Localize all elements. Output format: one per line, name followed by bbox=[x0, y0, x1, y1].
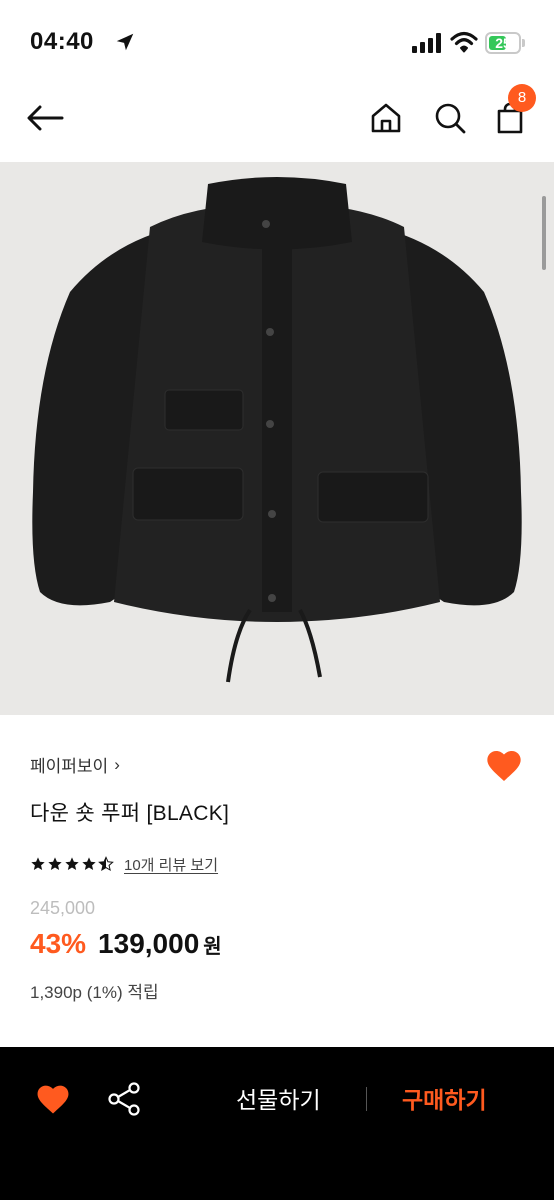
brand-link[interactable]: 페이퍼보이 › bbox=[30, 752, 120, 777]
wifi-icon bbox=[450, 31, 478, 53]
jacket-image bbox=[32, 177, 522, 683]
bottom-wishlist-button[interactable] bbox=[34, 1081, 72, 1115]
sale-price: 139,000 bbox=[98, 928, 200, 959]
cellular-signal-icon bbox=[412, 33, 441, 53]
points-info: 1,390p (1%) 적립 bbox=[30, 983, 159, 1002]
star-icon bbox=[65, 857, 79, 870]
original-price: 245,000 bbox=[30, 898, 96, 918]
nav-bar bbox=[0, 82, 554, 162]
review-link[interactable]: 10개 리뷰 보기 bbox=[124, 854, 218, 875]
star-icon bbox=[31, 857, 45, 870]
home-button[interactable] bbox=[364, 96, 408, 140]
star-icon bbox=[82, 857, 96, 870]
battery-icon: 25 bbox=[485, 32, 525, 54]
currency-unit: 원 bbox=[203, 936, 222, 958]
product-image[interactable] bbox=[0, 162, 554, 715]
buy-button[interactable]: 구매하기 bbox=[402, 1081, 487, 1115]
rating-stars bbox=[30, 856, 114, 872]
search-button[interactable] bbox=[428, 96, 472, 140]
wishlist-button[interactable] bbox=[484, 746, 524, 786]
bottom-action-bar: 선물하기 구매하기 bbox=[0, 1047, 554, 1200]
divider bbox=[366, 1087, 367, 1111]
battery-level: 25 bbox=[495, 35, 511, 51]
status-bar: 04:40 25 bbox=[0, 0, 554, 82]
heart-icon bbox=[487, 751, 521, 781]
location-arrow-icon bbox=[116, 33, 134, 51]
discount-rate: 43% bbox=[30, 928, 87, 959]
share-button[interactable] bbox=[104, 1079, 144, 1119]
search-icon bbox=[435, 103, 466, 134]
back-button[interactable] bbox=[22, 98, 68, 138]
cart-count-badge: 8 bbox=[508, 84, 536, 112]
gift-button[interactable]: 선물하기 bbox=[236, 1081, 321, 1115]
rating-row: 10개 리뷰 보기 bbox=[30, 852, 218, 876]
scroll-indicator bbox=[542, 196, 546, 270]
brand-name: 페이퍼보이 bbox=[30, 757, 109, 776]
back-arrow-icon bbox=[27, 105, 64, 131]
status-time: 04:40 bbox=[30, 28, 94, 55]
home-icon bbox=[371, 103, 401, 133]
price-row: 43% 139,000 원 bbox=[30, 928, 222, 960]
share-icon bbox=[108, 1082, 140, 1116]
chevron-right-icon: › bbox=[114, 754, 120, 774]
heart-icon bbox=[37, 1085, 69, 1114]
product-title: 다운 숏 푸퍼 [BLACK] bbox=[30, 802, 230, 825]
half-star-icon bbox=[98, 856, 114, 872]
star-icon bbox=[48, 857, 62, 870]
